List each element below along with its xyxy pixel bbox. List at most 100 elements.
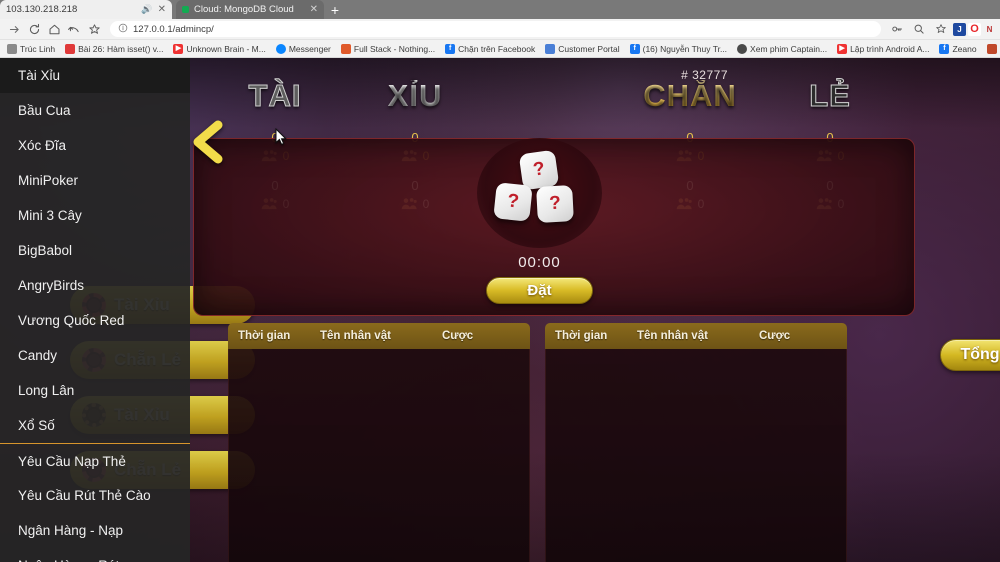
youtube-icon: ▶ (173, 43, 184, 54)
sidebar-item-angrybirds[interactable]: AngryBirds (0, 268, 190, 303)
bookmark-icon (7, 43, 17, 54)
die: ? (493, 182, 533, 222)
sidebar-item-vuong-quoc-red[interactable]: Vương Quốc Red (0, 303, 190, 338)
facebook-icon: f (629, 43, 640, 54)
bookmark-item[interactable]: Messenger (271, 43, 336, 54)
sidebar-item-label: Yêu Cầu Rút Thẻ Cào (18, 488, 151, 503)
sidebar-item-mini-3-cay[interactable]: Mini 3 Cây (0, 198, 190, 233)
bookmark-label: Lập trình Android A... (850, 43, 930, 54)
new-tab-button[interactable]: + (324, 0, 346, 19)
extension-icon-opera[interactable]: O (968, 22, 981, 36)
star-icon[interactable] (84, 19, 104, 39)
bet-column-title: XỈU (340, 79, 490, 113)
bet-history-table-left: Thời gian Tên nhân vật Cược (228, 323, 530, 562)
close-icon[interactable]: ✕ (310, 4, 318, 15)
bookmark-item[interactable]: ▶ Unknown Brain - M... (168, 43, 270, 54)
facebook-icon: f (445, 43, 456, 54)
table-body[interactable] (228, 349, 530, 562)
sidebar-item-label: Tài Xỉu (18, 68, 61, 83)
dice-display: ? ? ? (477, 138, 602, 248)
column-header-bet: Cược (442, 330, 474, 342)
sidebar-item-ngan-hang-rut[interactable]: Ngân Hàng - Rút (0, 548, 190, 562)
messenger-icon (275, 43, 286, 54)
sidebar-item-label: Long Lân (18, 383, 75, 398)
table-header-row: Thời gian Tên nhân vật Cược (545, 323, 847, 349)
undo-icon[interactable] (64, 19, 84, 39)
admin-sidebar: Tài Xỉu Bầu Cua Xóc Đĩa MiniPoker Mini 3… (0, 58, 190, 562)
extension-icon-j[interactable]: J (953, 22, 966, 36)
sidebar-item-label: Bầu Cua (18, 103, 71, 118)
tab-103-130-218-218[interactable]: 103.130.218.218 🔊 ✕ (0, 0, 172, 19)
site-icon (340, 43, 351, 54)
sidebar-item-candy[interactable]: Candy (0, 338, 190, 373)
portal-icon (545, 43, 556, 54)
sidebar-item-label: BigBabol (18, 243, 73, 258)
sidebar-item-bau-cua[interactable]: Bầu Cua (0, 93, 190, 128)
table-header-row: Thời gian Tên nhân vật Cược (228, 323, 530, 349)
sidebar-item-long-lan[interactable]: Long Lân (0, 373, 190, 408)
bookmark-label: (16) Nguyễn Thuy Tr... (642, 43, 728, 54)
bookmark-item[interactable]: Customer Portal (540, 43, 624, 54)
tab-title: Cloud: MongoDB Cloud (194, 4, 294, 15)
bet-column-title: CHẴN (615, 79, 765, 113)
forward-arrow-icon[interactable] (4, 19, 24, 39)
bookmark-label: Messenger (288, 43, 331, 54)
bookmark-label: Full Stack - Nothing... (353, 43, 436, 54)
youtube-icon: ▶ (837, 43, 848, 54)
bookmark-label: Trúc Linh (20, 43, 56, 54)
bookmark-item[interactable]: Trúc Linh (2, 43, 60, 54)
bet-column-title: TÀI (248, 78, 302, 113)
bookmark-item[interactable]: Xem phim Captain... (732, 43, 832, 54)
bookmark-item[interactable]: Bài 26: Hàm isset() v... (60, 43, 168, 54)
close-icon[interactable]: ✕ (158, 4, 166, 15)
bookmark-item[interactable]: Sunshine's Homepa... (982, 43, 1000, 54)
favicon-icon (182, 6, 189, 13)
sidebar-item-label: Ngân Hàng - Rút (18, 558, 119, 562)
star-icon[interactable] (931, 19, 951, 39)
sidebar-item-label: MiniPoker (18, 173, 79, 188)
column-header-time: Thời gian (238, 330, 291, 342)
sidebar-item-tai-xiu[interactable]: Tài Xỉu (0, 58, 190, 93)
bookmark-item[interactable]: Full Stack - Nothing... (336, 43, 440, 54)
place-bet-button[interactable]: Đặt (486, 277, 593, 304)
mouse-cursor (275, 128, 287, 146)
sidebar-item-label: Xóc Đĩa (18, 138, 67, 153)
bookmark-label: Bài 26: Hàm isset() v... (78, 43, 164, 54)
column-header-player: Tên nhân vật (637, 330, 708, 342)
bookmark-item[interactable]: f (16) Nguyễn Thuy Tr... (625, 43, 732, 54)
sidebar-item-ngan-hang-nap[interactable]: Ngân Hàng - Nạp (0, 513, 190, 548)
site-icon (986, 43, 997, 54)
sidebar-item-xo-so[interactable]: Xổ Số (0, 408, 190, 443)
sidebar-item-xoc-dia[interactable]: Xóc Đĩa (0, 128, 190, 163)
sidebar-item-label: Xổ Số (18, 418, 55, 433)
round-number: # 32777 (681, 68, 728, 82)
bet-column-title: LẺ (809, 78, 851, 113)
sidebar-item-label: Yêu Cầu Nạp Thẻ (18, 453, 126, 469)
table-body[interactable] (545, 349, 847, 562)
extension-icon-n[interactable]: N (983, 22, 996, 36)
info-circle-icon[interactable] (118, 23, 128, 36)
sidebar-item-yeu-cau-nap-the[interactable]: Yêu Cầu Nạp Thẻ (0, 443, 190, 478)
tab-strip: 103.130.218.218 🔊 ✕ Cloud: MongoDB Cloud… (0, 0, 1000, 19)
sidebar-item-label: Vương Quốc Red (18, 313, 125, 328)
bookmark-item[interactable]: ▶ Lập trình Android A... (832, 43, 934, 54)
sidebar-item-label: Ngân Hàng - Nạp (18, 523, 124, 538)
total-button[interactable]: Tổng (940, 339, 1000, 371)
bookmark-label: Chặn trên Facebook (458, 43, 536, 54)
address-bar[interactable]: 127.0.0.1/admincp/ (110, 21, 881, 37)
back-chevron-icon[interactable] (190, 120, 224, 164)
sidebar-item-label: Mini 3 Cây (18, 208, 82, 223)
sidebar-item-minipoker[interactable]: MiniPoker (0, 163, 190, 198)
address-bar-url: 127.0.0.1/admincp/ (133, 23, 214, 35)
bookmark-item[interactable]: f Chặn trên Facebook (440, 43, 540, 54)
magnifier-icon[interactable] (909, 19, 929, 39)
reload-icon[interactable] (24, 19, 44, 39)
sidebar-item-label: AngryBirds (18, 278, 85, 293)
mute-icon[interactable]: 🔊 (141, 4, 152, 15)
sidebar-item-bigbabol[interactable]: BigBabol (0, 233, 190, 268)
tab-mongodb-cloud[interactable]: Cloud: MongoDB Cloud ✕ (176, 0, 324, 19)
sidebar-item-yeu-cau-rut-the-cao[interactable]: Yêu Cầu Rút Thẻ Cào (0, 478, 190, 513)
bookmark-item[interactable]: f Zeano (934, 43, 981, 54)
key-icon[interactable] (887, 19, 907, 39)
home-icon[interactable] (44, 19, 64, 39)
